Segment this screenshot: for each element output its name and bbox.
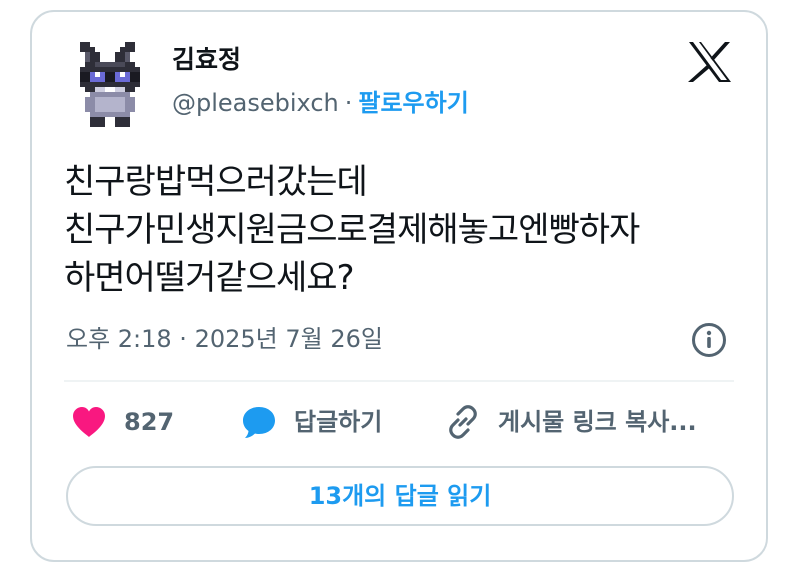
copy-link-button[interactable]: 게시물 링크 복사... [444,402,697,442]
handle[interactable]: @pleasebixch [172,89,339,117]
like-count: 827 [124,408,175,436]
separator-dot: · [344,89,353,117]
read-replies-button[interactable]: 13개의 답글 읽기 [66,466,734,526]
avatar[interactable] [70,42,150,132]
speech-bubble-icon [243,407,275,438]
follow-link[interactable]: 팔로우하기 [358,89,468,117]
tweet-line: 하면어떨거같으세요? [64,258,355,298]
reply-button[interactable]: 답글하기 [240,402,382,442]
tweet-line: 친구가민생지원금으로결제해놓고엔빵하자 [64,210,640,250]
reply-label: 답글하기 [294,408,383,436]
handle-row: @pleasebixch · 팔로우하기 [172,88,469,118]
copy-link-label: 게시물 링크 복사... [498,408,697,436]
tweet-text: 친구랑밥먹으러갔는데 친구가민생지원금으로결제해놓고엔빵하자 하면어떨거같으세요… [64,158,754,302]
divider [64,380,734,382]
tweet-timestamp[interactable]: 오후 2:18 · 2025년 7월 26일 [66,324,383,354]
pixel-rabbit-avatar-icon [80,42,140,127]
x-logo-icon[interactable] [687,41,733,83]
info-icon[interactable] [691,322,727,358]
tweet-line: 친구랑밥먹으러갔는데 [64,162,368,202]
like-button[interactable]: 827 [70,402,174,442]
read-replies-label: 13개의 답글 읽기 [308,482,492,510]
heart-icon [73,407,105,437]
link-icon [449,405,477,439]
display-name[interactable]: 김효정 [172,45,241,75]
